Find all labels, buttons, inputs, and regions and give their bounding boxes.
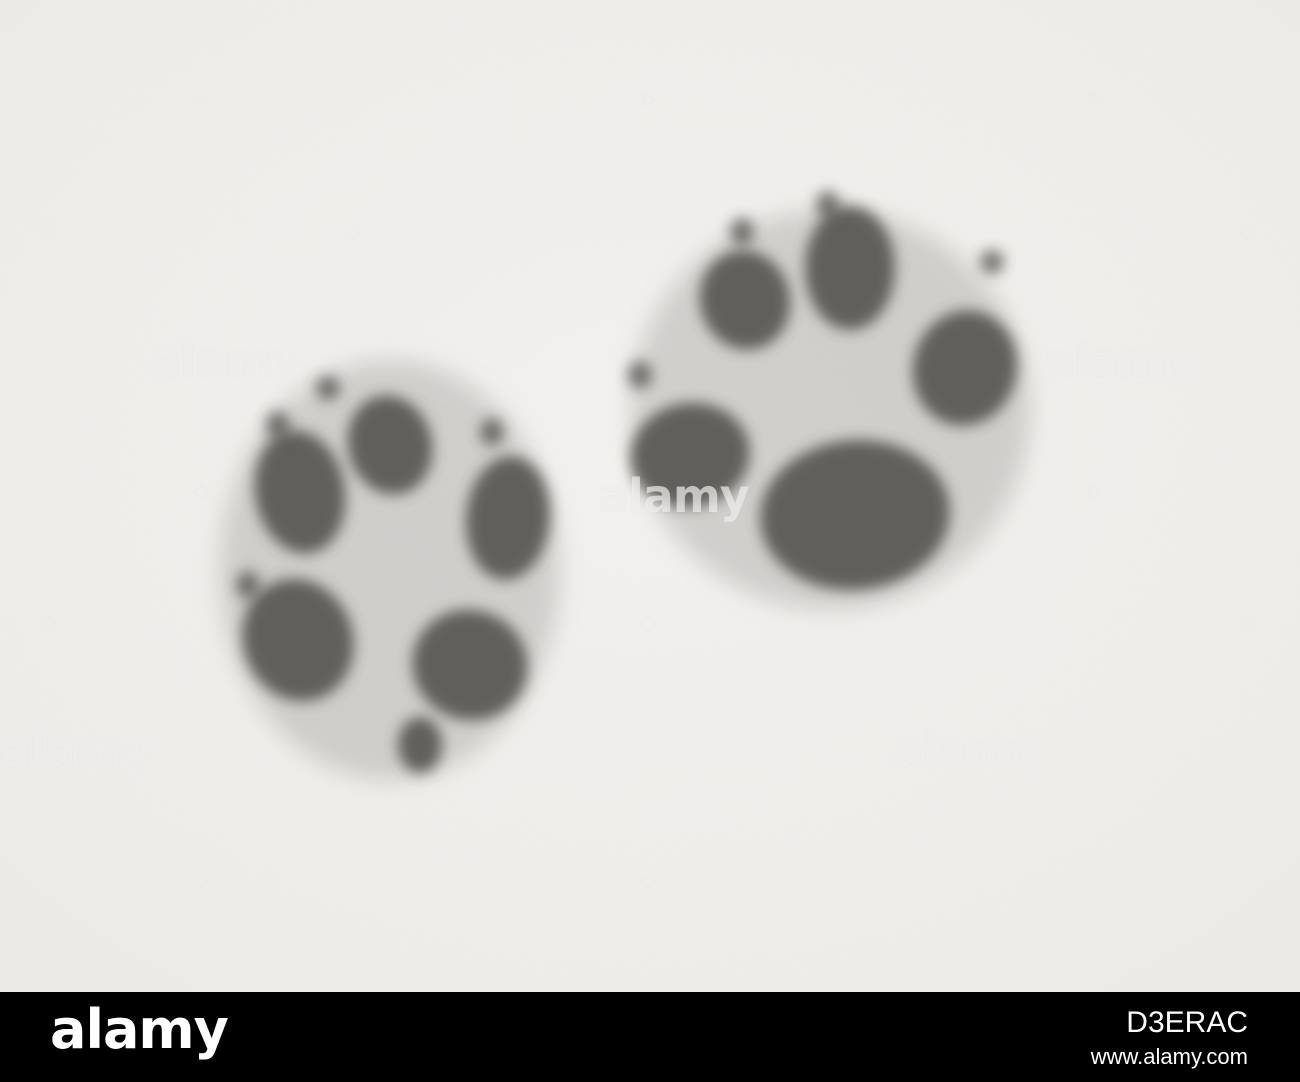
image-id: D3ERAC [1126, 1006, 1248, 1039]
watermark-diamond-icon: ◇ [1240, 610, 1256, 634]
site-url: www.alamy.com [1090, 1044, 1248, 1069]
footer-bar: alamy D3ERAC www.alamy.com [0, 992, 1300, 1082]
snow-photo: alamy alamy alamy alamy alamy ◇ ◇ ◇ ◇ ◇ … [0, 0, 1300, 992]
watermark-diamond-icon: ◇ [1086, 478, 1102, 502]
alamy-logo: alamy [50, 998, 229, 1061]
watermark-text: alamy [1044, 333, 1196, 387]
watermark-diamond-icon: ◇ [346, 220, 362, 244]
watermark-diamond-icon: ◇ [640, 868, 656, 892]
watermark-text: alamy [0, 723, 152, 777]
watermark-text: alamy [150, 333, 302, 387]
watermark-diamond-icon: ◇ [193, 478, 209, 502]
watermark-text: alamy [892, 723, 1044, 777]
watermark-text: alamy [598, 469, 750, 523]
watermark-diamond-icon: ◇ [1240, 220, 1256, 244]
watermark-diamond-icon: ◇ [40, 610, 56, 634]
watermark-diamond-icon: ◇ [640, 610, 656, 634]
watermark-diamond-icon: ◇ [193, 86, 209, 110]
watermark-diamond-icon: ◇ [1086, 868, 1102, 892]
watermark-diamond-icon: ◇ [640, 86, 656, 110]
watermark-diamond-icon: ◇ [193, 868, 209, 892]
watermark-diamond-icon: ◇ [40, 220, 56, 244]
watermark-diamond-icon: ◇ [1086, 86, 1102, 110]
